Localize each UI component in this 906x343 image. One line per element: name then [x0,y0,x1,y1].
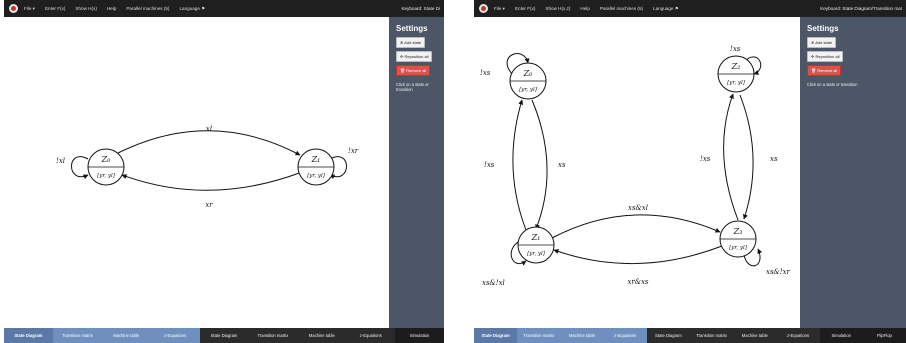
menu-show-hxz[interactable]: Show H(x,z) [545,6,570,11]
image-divider [444,0,474,343]
settings-panel: Settings ⊕ Add state ✣ Reposition all 🗑 … [800,17,906,328]
top-menu-bar: File ▾ Enter F(x) Show H(x) Help Paralle… [4,0,444,17]
state-z3[interactable]: Z₃ [yr, yl] [719,220,757,258]
label-z3-loop: xs&!xr [766,268,791,276]
right-app-window: File ▾ Enter F(x) Show H(x,z) Help Paral… [474,0,906,343]
label-z1-loop: !xr [348,147,359,155]
keyboard-hint: Keyboard: State Di [401,6,440,11]
keyboard-hint: Keyboard: State Diagram/Transition mat [820,6,902,11]
state-z2-name: Z₂ [731,62,741,71]
loop-z0[interactable] [71,156,89,180]
top-menu-bar: File ▾ Enter F(x) Show H(x,z) Help Paral… [474,0,906,17]
label-z1-z0: !xs [484,161,495,169]
transition-z0-z1[interactable] [531,99,548,230]
transition-z3-z2[interactable] [723,93,739,221]
tab-machine-table[interactable]: Machine table [560,328,604,343]
menu-parallel-machines[interactable]: Parallel machines (5) [126,6,169,11]
state-diagram-canvas[interactable]: Z₀ [yr, yl] Z₁ [yr, yl] !xl !xr xl xr [4,17,389,328]
tab-z-equations[interactable]: z-Equations [150,328,200,343]
tab-flipflop[interactable]: FlipFlop [863,328,906,343]
menu-enter-fx[interactable]: Enter F(x) [515,6,535,11]
settings-title: Settings [807,24,839,33]
state-z0-name: Z₀ [101,155,112,164]
menu-show-hx[interactable]: Show H(x) [75,6,96,11]
tab-simulation[interactable]: Simulation [820,328,863,343]
state-z2[interactable]: Z₂ [yr, yl] [717,55,755,93]
menu-file[interactable]: File ▾ [24,6,35,12]
transition-z2-z3[interactable] [739,94,754,220]
state-z0-output: [yr, yl] [97,173,116,179]
state-diagram: Z₀ [yr, yl] Z₁ [yr, yl] Z₂ [yr, yl] Z₃ [… [480,45,791,287]
state-z0[interactable]: Z₀ [yr, yl] [509,62,547,100]
state-z1[interactable]: Z₁ [yr, yl] [517,226,555,264]
remove-all-button[interactable]: 🗑 Remove all [396,65,431,76]
label-top-transition: xs&xl [628,204,648,212]
state-diagram-canvas[interactable]: Z₀ [yr, yl] Z₁ [yr, yl] Z₂ [yr, yl] Z₃ [… [474,17,800,328]
tab-transition-matrix-2[interactable]: Transition matrix [690,328,734,343]
menu-help[interactable]: Help [580,6,589,11]
remove-all-button[interactable]: 🗑 Remove all [807,65,842,76]
transition-z1-z0[interactable] [512,99,527,231]
tab-z-equations[interactable]: z-Equations [603,328,647,343]
settings-note: Click on a state or transition [807,82,858,87]
tab-state-diagram[interactable]: State Diagram [4,328,53,343]
state-z0-name: Z₀ [523,69,534,78]
tab-state-diagram-2[interactable]: State Diagram [646,328,691,343]
menu-language[interactable]: Language ⚑ [653,6,679,12]
reposition-all-button[interactable]: ✣ Reposition all [396,51,433,62]
settings-note: Click on a state or transition [396,82,429,92]
tab-simulation[interactable]: Simulation [395,328,444,343]
label-z0-z1: xs [558,161,566,169]
label-z2-z3: xs [770,155,778,163]
settings-title: Settings [396,24,428,33]
tab-z-equations-2[interactable]: z-Equations [776,328,820,343]
state-z2-output: [yr, yl] [727,80,746,86]
bottom-tab-bar: State Diagram Transition matrix Machine … [474,328,906,343]
add-state-button[interactable]: ⊕ Add state [396,37,426,48]
label-z2-loop: !xs [730,45,741,53]
bottom-tab-bar: State Diagram Transition matrix Machine … [4,328,444,343]
label-z1-loop: xs&!xl [482,279,505,287]
state-z1[interactable]: Z₁ [yr, yl] [297,148,335,186]
menu-enter-fx[interactable]: Enter F(x) [45,6,65,11]
tab-state-diagram[interactable]: State Diagram [474,328,518,343]
transition-z1-z3[interactable] [551,214,721,239]
state-z3-name: Z₃ [733,227,743,236]
menu-parallel-machines[interactable]: Parallel machines (5) [600,6,643,11]
add-state-button[interactable]: ⊕ Add state [807,37,837,48]
state-z1-name: Z₁ [531,233,541,242]
transition-z1-z0[interactable] [121,171,303,191]
transition-z0-z1[interactable] [115,130,301,156]
menu-help[interactable]: Help [107,6,116,11]
state-z1-output: [yr, yl] [527,251,546,257]
tab-machine-table[interactable]: Machine table [101,328,151,343]
tab-machine-table-2[interactable]: Machine table [297,328,347,343]
state-z0[interactable]: Z₀ [yr, yl] [87,148,125,186]
settings-panel: Settings ⊕ Add state ✣ Reposition all 🗑 … [389,17,444,328]
reposition-all-button[interactable]: ✣ Reposition all [807,51,844,62]
tab-transition-matrix[interactable]: Transition matrix [52,328,102,343]
left-app-window: File ▾ Enter F(x) Show H(x) Help Paralle… [4,0,444,343]
tab-z-equations-2[interactable]: z-Equations [346,328,396,343]
state-z1-name: Z₁ [311,155,321,164]
label-bottom-transition: xr&xs [627,278,648,286]
label-z3-z2: !xs [700,155,711,163]
app-logo-icon[interactable] [479,4,488,13]
state-z0-output: [yr, yl] [519,87,538,93]
label-z0-loop: !xs [480,69,491,77]
tab-transition-matrix-2[interactable]: Transition matrix [248,328,298,343]
menu-language[interactable]: Language ⚑ [179,6,205,12]
menu-file[interactable]: File ▾ [494,6,505,12]
tab-machine-table-2[interactable]: Machine table [733,328,777,343]
transition-z3-z1[interactable] [553,245,723,264]
label-z0-loop: !xl [56,157,65,165]
state-z1-output: [yr, yl] [307,173,326,179]
state-z3-output: [yr, yl] [729,245,748,251]
label-top-transition: xl [206,125,212,133]
label-bottom-transition: xr [205,201,213,209]
tab-transition-matrix[interactable]: Transition matrix [517,328,561,343]
app-logo-icon[interactable] [9,4,18,13]
tab-state-diagram-2[interactable]: State Diagram [199,328,249,343]
state-diagram: Z₀ [yr, yl] Z₁ [yr, yl] !xl !xr xl xr [56,125,359,209]
